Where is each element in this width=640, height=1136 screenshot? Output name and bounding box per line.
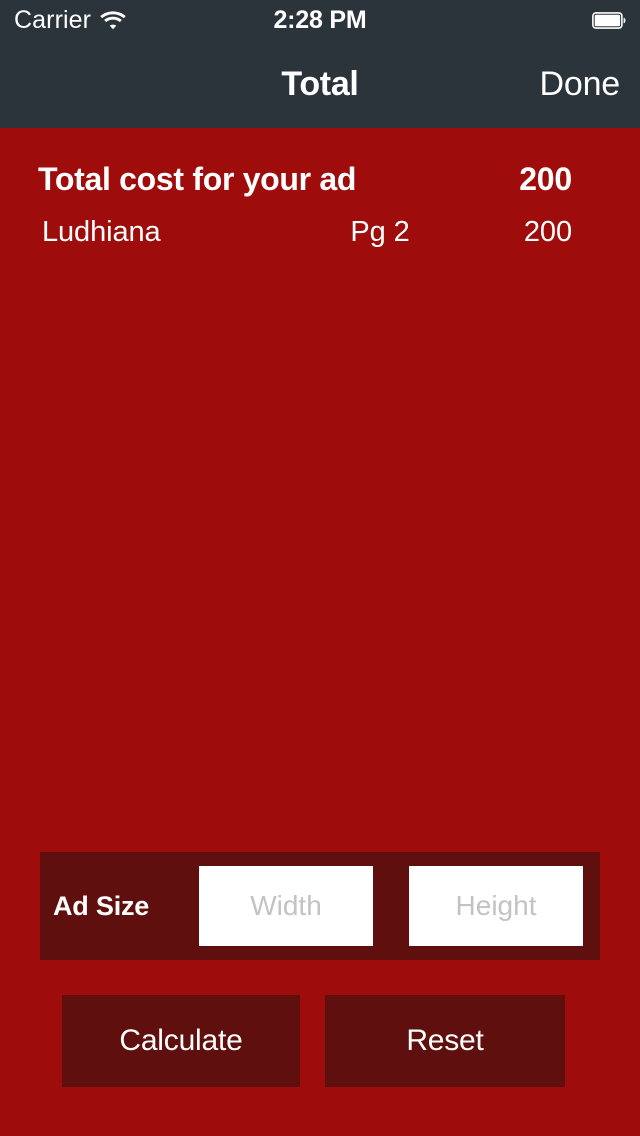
width-input[interactable] [199, 866, 373, 946]
app-screen: Carrier 2:28 PM Total Done Total cost fo… [0, 0, 640, 1136]
table-row: Ludhiana Pg 2 200 [0, 216, 640, 258]
height-input[interactable] [409, 866, 583, 946]
status-bar-right [592, 0, 626, 40]
total-cost-amount: 200 [519, 160, 572, 197]
line-item-amount: 200 [523, 216, 572, 248]
reset-button[interactable]: Reset [325, 995, 565, 1087]
total-cost-label: Total cost for your ad [38, 160, 357, 197]
battery-full-icon [592, 11, 626, 29]
done-button[interactable]: Done [540, 40, 621, 128]
main-content: Total cost for your ad 200 Ludhiana Pg 2… [0, 128, 640, 1136]
ad-size-label: Ad Size [53, 890, 150, 921]
ad-size-panel: Ad Size [40, 852, 600, 960]
total-summary-row: Total cost for your ad 200 [0, 155, 640, 203]
calculate-button[interactable]: Calculate [62, 995, 300, 1087]
status-bar: Carrier 2:28 PM [0, 0, 640, 40]
status-bar-time: 2:28 PM [273, 5, 367, 34]
navigation-bar: Total Done [0, 40, 640, 128]
